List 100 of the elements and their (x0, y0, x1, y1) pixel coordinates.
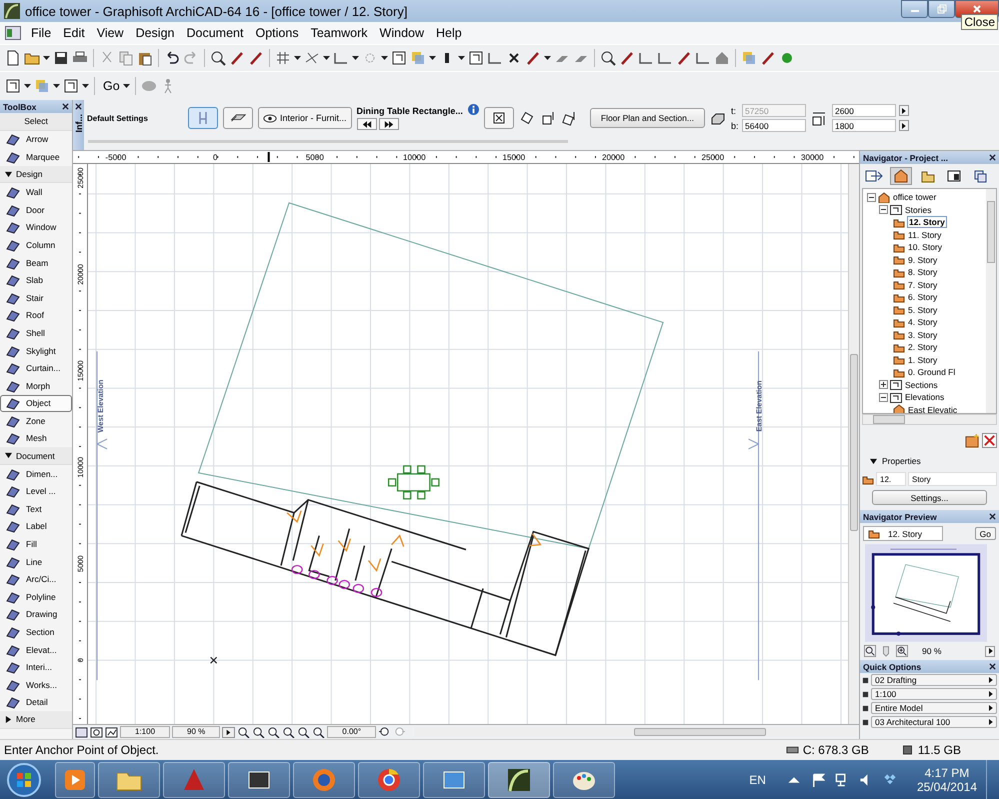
tool-item[interactable]: Column (0, 236, 72, 254)
tool-item[interactable]: Polyline (0, 588, 72, 606)
menu-item[interactable]: Teamwork (304, 26, 374, 40)
tool-item[interactable]: Stair (0, 288, 72, 307)
tool-item[interactable]: Arrow (0, 130, 72, 148)
tool-item[interactable]: Label (0, 518, 72, 536)
zoom-in-icon[interactable] (297, 726, 310, 738)
tool-item[interactable]: Slab (0, 271, 72, 289)
horizontal-scrollbar[interactable] (862, 414, 997, 425)
depth-field[interactable]: 1800 (832, 119, 896, 132)
menu-item[interactable]: Options (249, 26, 305, 40)
expanded-triangle-icon[interactable] (870, 458, 877, 464)
tree-item[interactable]: 6. Story (907, 292, 938, 302)
settings-button[interactable]: Settings... (872, 490, 987, 505)
angle-field[interactable]: 0.00° (327, 726, 376, 738)
views-icon[interactable] (75, 726, 88, 738)
tree-item[interactable]: 9. Story (907, 254, 938, 265)
tool-item[interactable]: Zone (0, 412, 72, 430)
arrow-button[interactable] (898, 120, 909, 131)
tool-item[interactable]: Mesh (0, 430, 72, 448)
menu-item[interactable]: Help (430, 26, 468, 40)
taskbar-app[interactable] (55, 762, 95, 798)
tool-item[interactable]: Beam (0, 254, 72, 272)
caret-icon[interactable] (323, 56, 330, 60)
new-folder-icon[interactable] (965, 433, 980, 448)
plan-icon[interactable] (5, 78, 21, 94)
tree-item[interactable]: 3. Story (907, 330, 938, 340)
delete-icon[interactable] (982, 433, 997, 448)
object-settings-button[interactable] (188, 107, 218, 129)
house-icon[interactable] (890, 167, 912, 185)
taskbar-app[interactable] (228, 762, 290, 798)
grid-icon[interactable] (275, 50, 291, 66)
properties-label[interactable]: Properties (882, 456, 921, 466)
circle-icon[interactable] (779, 50, 795, 66)
story-name-field[interactable]: Story (908, 472, 997, 486)
caret-icon[interactable] (352, 56, 359, 60)
arrow-button[interactable] (898, 105, 909, 116)
caret-icon[interactable] (43, 56, 50, 60)
menu-item[interactable]: Window (374, 26, 430, 40)
tool-item[interactable]: Skylight (0, 342, 72, 360)
tree-item[interactable]: 12. Story (907, 216, 947, 228)
collapse-icon[interactable] (879, 392, 888, 402)
plan-icon[interactable] (63, 78, 79, 94)
close-icon[interactable] (62, 103, 69, 110)
anchor-button[interactable] (484, 107, 514, 129)
tool-item[interactable]: Door (0, 200, 72, 219)
tool-item[interactable]: Interi... (0, 658, 72, 676)
menu-item[interactable]: Design (130, 26, 180, 40)
language-indicator[interactable]: EN (749, 772, 766, 786)
caret-icon[interactable] (429, 56, 436, 60)
caret-icon[interactable] (294, 56, 301, 60)
caret-icon[interactable] (82, 84, 89, 88)
caret-icon[interactable] (24, 84, 31, 88)
rotate-mirror-icon[interactable] (560, 110, 577, 126)
tree-item[interactable]: Elevations (904, 392, 946, 402)
story-field[interactable]: 12. Story (863, 526, 943, 541)
tool-item[interactable]: Level ... (0, 482, 72, 500)
caret-icon[interactable] (122, 84, 130, 88)
tree-item[interactable]: 8. Story (907, 267, 938, 278)
collapse-icon[interactable] (867, 192, 876, 202)
zoom-in-icon[interactable] (896, 645, 908, 657)
dropbox-icon[interactable] (882, 772, 897, 786)
tool-item[interactable]: Works... (0, 676, 72, 694)
menu-item[interactable]: Document (180, 26, 250, 40)
floor-plan-section-button[interactable]: Floor Plan and Section... (590, 108, 705, 128)
zoom-window-icon[interactable] (90, 726, 103, 738)
tree-item[interactable]: 0. Ground Fl (907, 367, 956, 378)
tool-item[interactable]: Shell (0, 324, 72, 342)
publish-arrow-icon[interactable] (864, 168, 884, 184)
scroll-thumb[interactable] (987, 201, 995, 263)
flag-icon[interactable] (810, 772, 825, 786)
info-icon[interactable] (468, 104, 479, 115)
option-dropdown[interactable]: 02 Drafting (871, 674, 997, 686)
zoom-in-icon[interactable] (237, 726, 250, 738)
next-button[interactable] (378, 118, 399, 130)
tool-item[interactable]: Roof (0, 306, 72, 324)
tool-item[interactable]: Detail (0, 694, 72, 712)
option-dropdown[interactable]: 1:100 (871, 688, 997, 700)
width-field[interactable]: 2600 (832, 104, 896, 117)
section-header[interactable]: More (16, 714, 36, 724)
slider-handle-icon[interactable] (880, 645, 892, 657)
tool-item[interactable]: Fill (0, 535, 72, 553)
document-window-icon[interactable] (5, 26, 21, 40)
tool-item[interactable]: Text (0, 500, 72, 518)
menu-item[interactable]: View (90, 26, 130, 40)
option-dropdown[interactable]: Entire Model (871, 702, 997, 714)
tool-item[interactable]: Arc/Ci... (0, 570, 72, 588)
layer-button[interactable] (223, 107, 253, 129)
close-icon[interactable] (989, 154, 996, 161)
start-button[interactable] (6, 762, 42, 798)
tree-item[interactable]: office tower (892, 192, 938, 202)
info-box-tab[interactable]: Inf... (73, 100, 84, 150)
tree-item[interactable]: Sections (904, 380, 939, 390)
tree-item[interactable]: 10. Story (907, 242, 944, 252)
plan-icon[interactable] (391, 50, 407, 66)
tool-item[interactable]: Section (0, 623, 72, 641)
tree-item[interactable]: 1. Story (907, 354, 938, 365)
taskbar-app[interactable] (423, 762, 485, 798)
scroll-thumb[interactable] (850, 354, 858, 531)
zoom-out-icon[interactable] (267, 726, 280, 738)
